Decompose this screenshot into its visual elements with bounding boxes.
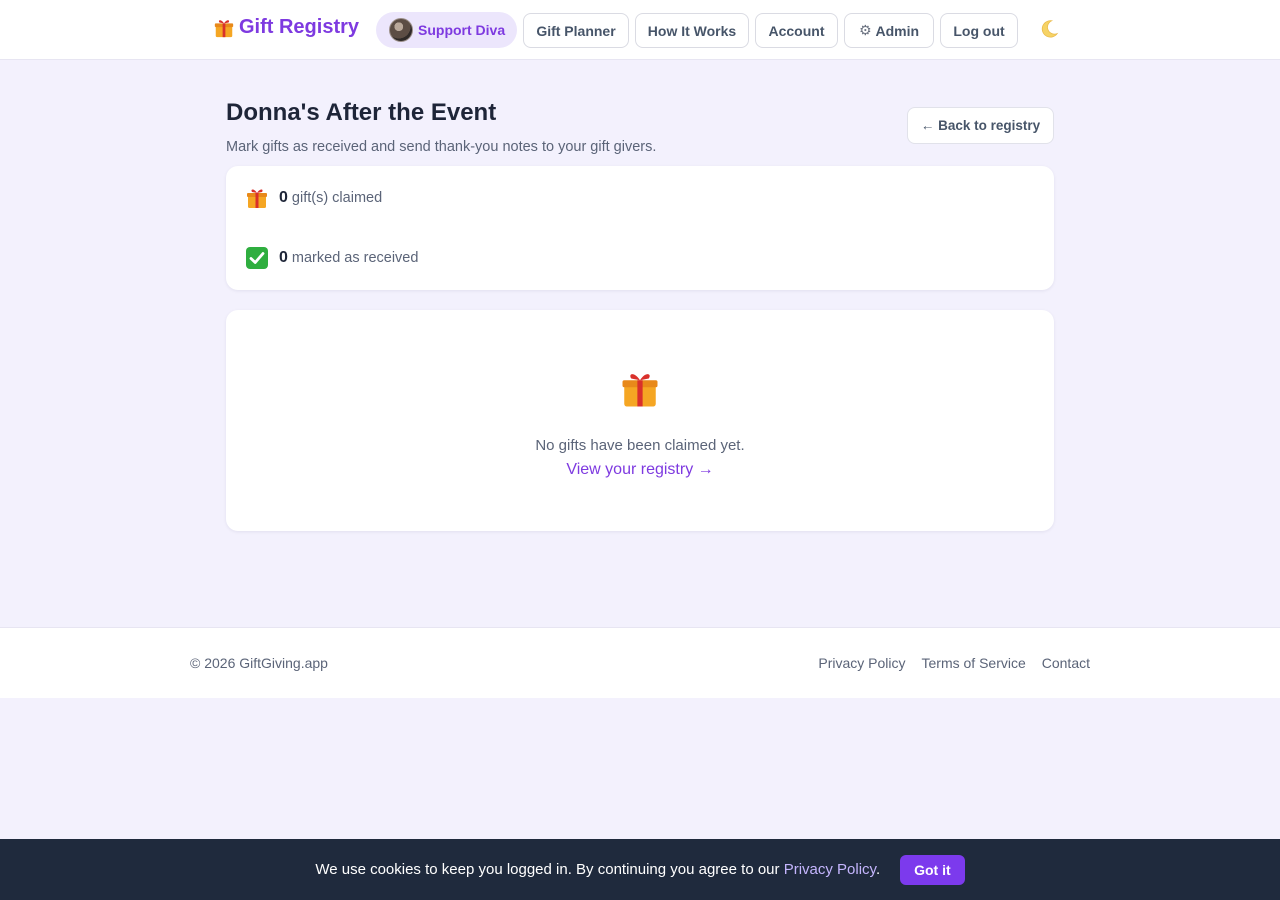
received-stat: 0 marked as received: [245, 246, 418, 270]
nav-how-it-works[interactable]: How It Works: [635, 13, 749, 48]
stats-card: 0 gift(s) claimed 0 marked as received: [226, 166, 1054, 290]
nav-gift-planner[interactable]: Gift Planner: [523, 13, 629, 48]
empty-state-card: No gifts have been claimed yet. View you…: [226, 310, 1054, 531]
nav-admin[interactable]: ⚙ Admin: [844, 13, 934, 48]
cookie-message: We use cookies to keep you logged in. By…: [315, 861, 880, 878]
support-diva-button[interactable]: Support Diva: [376, 12, 517, 48]
received-count: 0: [279, 249, 288, 266]
nav-admin-label: Admin: [875, 22, 920, 39]
privacy-policy-link[interactable]: Privacy Policy: [818, 655, 905, 671]
empty-state-message: No gifts have been claimed yet.: [535, 437, 745, 454]
contact-link[interactable]: Contact: [1042, 655, 1090, 671]
page-subtitle: Mark gifts as received and send thank-yo…: [226, 139, 657, 155]
got-it-button[interactable]: Got it: [900, 854, 965, 885]
back-to-registry-button[interactable]: ← Back to registry: [907, 107, 1054, 144]
claimed-label: gift(s) claimed: [291, 190, 383, 206]
top-navigation-bar: Gift Registry Support Diva Gift Planner …: [0, 0, 1280, 60]
moon-icon[interactable]: [1038, 18, 1060, 40]
cookie-banner: We use cookies to keep you logged in. By…: [0, 839, 1280, 900]
claimed-stat: 0 gift(s) claimed: [245, 186, 382, 210]
support-label: Support Diva: [418, 22, 506, 38]
brand-logo-link[interactable]: Gift Registry: [213, 16, 359, 39]
nav-gift-planner-label: Gift Planner: [536, 22, 616, 39]
gift-icon: [214, 19, 234, 37]
footer-links: Privacy Policy Terms of Service Contact: [818, 655, 1090, 671]
avatar: [389, 18, 413, 42]
check-mark-icon: [246, 247, 268, 269]
logout-label: Log out: [953, 22, 1005, 39]
page-title: Donna's After the Event: [226, 99, 497, 126]
terms-of-service-link[interactable]: Terms of Service: [922, 655, 1026, 671]
cookie-text: We use cookies to keep you logged in. By…: [315, 861, 784, 878]
logout-button[interactable]: Log out: [940, 13, 1018, 48]
claimed-count: 0: [279, 189, 288, 206]
copyright-text: © 2026 GiftGiving.app: [190, 655, 328, 671]
cookie-text-end: .: [875, 861, 881, 878]
received-label: marked as received: [291, 250, 419, 266]
nav-account[interactable]: Account: [755, 13, 838, 48]
brand-name: Gift Registry: [239, 16, 360, 38]
cookie-privacy-link[interactable]: Privacy Policy: [784, 861, 876, 878]
gift-icon: [622, 374, 658, 407]
gift-icon: [247, 189, 267, 208]
nav-account-label: Account: [768, 22, 825, 39]
page-footer: © 2026 GiftGiving.app Privacy Policy Ter…: [0, 627, 1280, 698]
back-to-registry-label: ← Back to registry: [920, 118, 1041, 133]
view-registry-link[interactable]: View your registry →: [226, 461, 1054, 479]
nav-how-it-works-label: How It Works: [647, 22, 737, 39]
gear-icon: ⚙: [858, 22, 872, 38]
